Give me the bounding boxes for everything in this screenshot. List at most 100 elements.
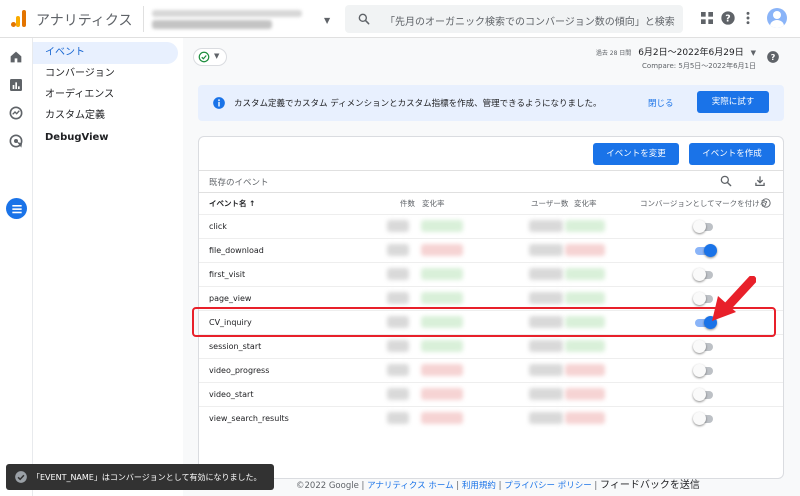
card-title: 既存のイベント (209, 178, 269, 188)
more-vert-icon[interactable] (740, 10, 756, 26)
subnav-item-audiences[interactable]: オーディエンス (33, 84, 178, 106)
apps-icon[interactable] (699, 10, 715, 26)
redacted-metric (565, 244, 605, 256)
column-header-users-change[interactable]: 変化率 (574, 198, 597, 209)
explore-icon[interactable] (8, 105, 24, 121)
svg-text:?: ? (764, 201, 767, 207)
column-header-conversion: コンバージョンとしてマークを付ける (640, 199, 768, 208)
subnav-item-events[interactable]: イベント (33, 42, 178, 64)
left-rail (0, 38, 33, 496)
download-icon[interactable] (753, 174, 767, 188)
date-range-value: 6月2日～2022年6月29日 (638, 48, 744, 58)
reports-icon[interactable] (8, 77, 24, 93)
search-icon[interactable] (719, 174, 733, 188)
date-range-picker[interactable]: 過去 28 日間 6月2日～2022年6月29日 ▼ Compare: 5月5日… (596, 45, 756, 71)
table-row: session_start (199, 334, 783, 358)
redacted-metric (565, 268, 605, 280)
event-name: session_start (209, 342, 262, 351)
event-name: click (209, 222, 227, 231)
redacted-metric (529, 364, 563, 376)
analytics-logo-icon[interactable] (11, 9, 27, 27)
redacted-metric (387, 268, 409, 280)
conversion-toggle-knob[interactable] (693, 388, 706, 401)
search-input[interactable]: 「先月のオーガニック検索でのコンバージョン数の傾向」と検索し... (385, 13, 675, 28)
snackbar-message: 「EVENT_NAME」はコンバージョンとして有効になりました。 (32, 473, 262, 482)
redacted-metric (421, 268, 463, 280)
column-header-event-name[interactable]: イベント名 ↑ (209, 198, 255, 209)
help-outline-icon[interactable]: ? (761, 198, 771, 208)
redacted-metric (529, 388, 563, 400)
table-row: click (199, 214, 783, 238)
account-avatar[interactable] (767, 8, 787, 28)
search-box[interactable]: 「先月のオーガニック検索でのコンバージョン数の傾向」と検索し... (345, 5, 683, 33)
redacted-metric (421, 412, 463, 424)
conversion-toggle-knob[interactable] (693, 364, 706, 377)
main-content: ▼ 過去 28 日間 6月2日～2022年6月29日 ▼ Compare: 5月… (183, 38, 800, 496)
app-title[interactable]: アナリティクス (36, 10, 132, 30)
subnav-item-conversions[interactable]: コンバージョン (33, 63, 178, 85)
redacted-metric (529, 220, 563, 232)
redacted-metric (387, 340, 409, 352)
subnav-item-debugview[interactable]: DebugView (33, 127, 178, 149)
modify-event-button[interactable]: イベントを変更 (593, 143, 679, 165)
redacted-metric (387, 220, 409, 232)
footer-link-feedback[interactable]: フィードバックを送信 (600, 480, 700, 491)
search-icon (358, 13, 370, 25)
conversion-toggle-knob[interactable] (704, 244, 717, 257)
footer-link-terms[interactable]: 利用規約 (462, 481, 496, 491)
redacted-metric (529, 292, 563, 304)
table-row: first_visit (199, 262, 783, 286)
redacted-metric (387, 388, 409, 400)
footer-link-privacy[interactable]: プライバシー ポリシー (504, 481, 592, 491)
subnav-item-custom-definitions[interactable]: カスタム定義 (33, 105, 178, 127)
conversion-toggle-knob[interactable] (693, 412, 706, 425)
column-header-count[interactable]: 件数 (400, 198, 415, 209)
redacted-metric (421, 364, 463, 376)
redacted-metric (387, 364, 409, 376)
date-range-prefix: 過去 28 日間 (595, 50, 632, 57)
banner-close-button[interactable]: 閉じる (648, 97, 674, 109)
footer-link-analytics-home[interactable]: アナリティクス ホーム (367, 481, 454, 491)
banner-message: カスタム定義でカスタム ディメンションとカスタム指標を作成、管理できるようになり… (234, 99, 602, 109)
page-help-icon[interactable]: ? (766, 50, 780, 64)
account-selector[interactable]: ▼ (143, 6, 333, 32)
conversion-toggle-knob[interactable] (693, 340, 706, 353)
info-icon (213, 97, 225, 109)
column-header-count-change[interactable]: 変化率 (422, 198, 445, 209)
help-icon[interactable]: ? (720, 10, 736, 26)
redacted-metric (387, 412, 409, 424)
page-footer: ©2022 Google | アナリティクス ホーム | 利用規約 | プライバ… (296, 480, 700, 491)
redacted-metric (565, 292, 605, 304)
redacted-metric (565, 412, 605, 424)
event-name: first_visit (209, 270, 246, 279)
configure-icon[interactable] (9, 201, 25, 217)
redacted-metric (565, 388, 605, 400)
redacted-metric (387, 244, 409, 256)
home-icon[interactable] (8, 49, 24, 65)
column-header-users[interactable]: ユーザー数 (531, 198, 568, 209)
redacted-metric (565, 364, 605, 376)
chevron-down-icon: ▼ (750, 49, 756, 57)
property-name-redacted (152, 20, 272, 29)
account-name-redacted (152, 10, 302, 17)
check-circle-icon (198, 51, 210, 63)
status-dropdown[interactable]: ▼ (193, 48, 227, 66)
redacted-metric (421, 388, 463, 400)
redacted-metric (529, 340, 563, 352)
conversion-toggle-knob[interactable] (693, 220, 706, 233)
top-bar: アナリティクス ▼ 「先月のオーガニック検索でのコンバージョン数の傾向」と検索し… (0, 0, 800, 38)
banner-try-button[interactable]: 実際に試す (697, 91, 769, 113)
conversion-toggle-knob[interactable] (693, 292, 706, 305)
advertising-icon[interactable] (8, 133, 24, 149)
event-name: view_search_results (209, 414, 289, 423)
conversion-toggle-knob[interactable] (693, 268, 706, 281)
table-row: view_search_results (199, 406, 783, 430)
redacted-metric (421, 340, 463, 352)
redacted-metric (565, 340, 605, 352)
table-row: video_progress (199, 358, 783, 382)
redacted-metric (529, 244, 563, 256)
create-event-button[interactable]: イベントを作成 (689, 143, 775, 165)
annotation-highlight-box (192, 307, 776, 337)
event-name: video_start (209, 390, 254, 399)
svg-text:?: ? (771, 52, 776, 62)
